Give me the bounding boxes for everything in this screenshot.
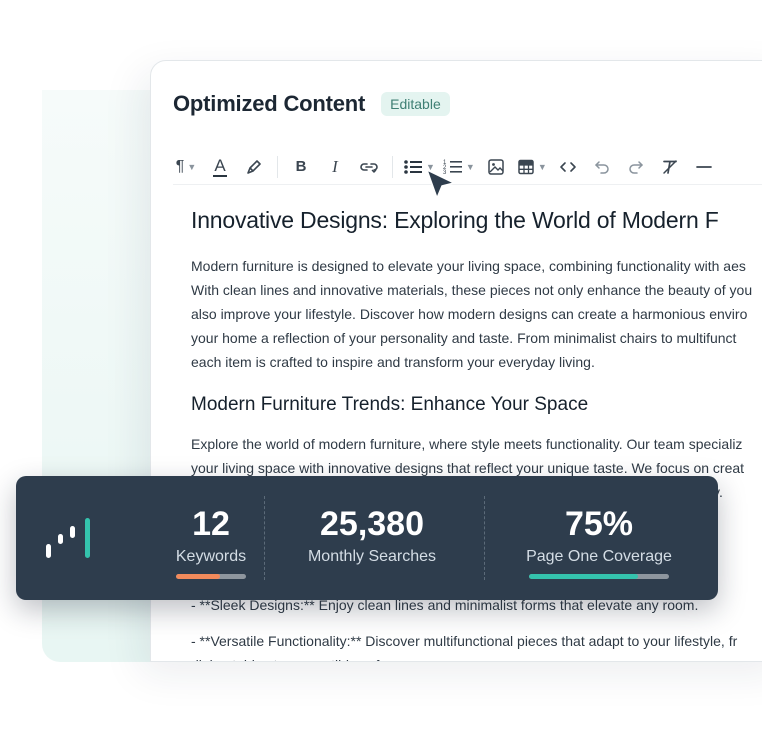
editor-title: Optimized Content bbox=[173, 91, 366, 116]
highlight-button[interactable] bbox=[241, 154, 267, 180]
paragraph-icon: ¶ bbox=[175, 157, 185, 175]
coverage-progress-bar bbox=[529, 574, 669, 579]
toolbar-divider bbox=[277, 155, 278, 178]
text-color-button[interactable]: A bbox=[207, 154, 233, 180]
editable-badge: Editable bbox=[381, 92, 450, 116]
page-one-coverage-label: Page One Coverage bbox=[526, 548, 672, 565]
link-icon bbox=[360, 162, 378, 173]
horizontal-rule-icon bbox=[695, 165, 712, 168]
paragraph-line: Modern furniture is designed to elevate … bbox=[191, 258, 746, 274]
stat-divider bbox=[484, 496, 485, 580]
keywords-progress-bar bbox=[176, 574, 246, 579]
intro-paragraph: Modern furniture is designed to elevate … bbox=[191, 254, 762, 374]
code-button[interactable] bbox=[555, 154, 581, 180]
chevron-down-icon: ▼ bbox=[537, 161, 547, 172]
list-item: - **Versatile Functionality:** Discover … bbox=[191, 629, 738, 661]
horizontal-rule-button[interactable] bbox=[691, 154, 717, 180]
keywords-value: 12 bbox=[192, 505, 230, 543]
paragraph-line: also improve your lifestyle. Discover ho… bbox=[191, 306, 748, 322]
redo-button[interactable] bbox=[623, 154, 649, 180]
bold-button[interactable]: B bbox=[288, 154, 314, 180]
page-one-coverage-stat: 75% Page One Coverage bbox=[516, 504, 682, 579]
editor-header: Optimized Content Editable bbox=[173, 91, 450, 117]
bullet-list: - **Sleek Designs:** Enjoy clean lines a… bbox=[191, 593, 738, 661]
document-heading: Innovative Designs: Exploring the World … bbox=[191, 207, 719, 233]
redo-icon bbox=[629, 160, 643, 174]
code-icon bbox=[559, 161, 576, 172]
table-icon bbox=[518, 159, 534, 174]
list-item-text: dining tables to convertible sofas. bbox=[191, 653, 737, 661]
mouse-pointer-icon bbox=[426, 169, 455, 199]
italic-icon: I bbox=[332, 156, 338, 176]
paragraph-line: With clean lines and innovative material… bbox=[191, 282, 753, 298]
chevron-down-icon: ▼ bbox=[187, 161, 197, 172]
keywords-stat: 12 Keywords bbox=[146, 504, 276, 579]
link-button[interactable] bbox=[356, 154, 382, 180]
page: Optimized Content Editable ¶ ▼ A B I ▼ 1… bbox=[0, 0, 762, 740]
stats-panel: 12 Keywords 25,380 Monthly Searches 75% … bbox=[16, 476, 718, 600]
clear-formatting-button[interactable] bbox=[657, 154, 683, 180]
insert-table-button[interactable]: ▼ bbox=[517, 154, 547, 180]
chevron-down-icon: ▼ bbox=[465, 161, 475, 172]
clear-format-icon bbox=[662, 159, 677, 174]
keywords-progress-fill bbox=[176, 574, 221, 579]
paragraph-line: Explore the world of modern furniture, w… bbox=[191, 436, 743, 452]
toolbar-divider bbox=[392, 155, 393, 178]
coverage-progress-fill bbox=[529, 574, 639, 579]
monthly-searches-label: Monthly Searches bbox=[307, 548, 437, 565]
highlighter-icon bbox=[247, 159, 261, 174]
paragraph-style-button[interactable]: ¶ ▼ bbox=[173, 154, 199, 180]
image-icon bbox=[488, 158, 504, 175]
insert-image-button[interactable] bbox=[483, 154, 509, 180]
paragraph-line: each item is crafted to inspire and tran… bbox=[191, 354, 595, 370]
italic-button[interactable]: I bbox=[322, 154, 348, 180]
signal-bars-icon bbox=[46, 518, 90, 558]
paragraph-line: your home a reflection of your personali… bbox=[191, 330, 737, 346]
list-item-text: - **Versatile Functionality:** Discover … bbox=[191, 633, 738, 649]
monthly-searches-value: 25,380 bbox=[320, 505, 424, 543]
undo-icon bbox=[595, 160, 609, 174]
stat-divider bbox=[264, 496, 265, 580]
monthly-searches-stat: 25,380 Monthly Searches bbox=[286, 504, 458, 568]
document-subheading: Modern Furniture Trends: Enhance Your Sp… bbox=[191, 394, 589, 415]
keywords-label: Keywords bbox=[175, 548, 247, 565]
undo-button[interactable] bbox=[589, 154, 615, 180]
text-color-icon: A bbox=[213, 155, 227, 177]
document-body[interactable]: Innovative Designs: Exploring the World … bbox=[191, 207, 762, 661]
page-one-coverage-value: 75% bbox=[564, 505, 634, 543]
formatting-toolbar: ¶ ▼ A B I ▼ 1 2 3 ▼ ▼ bbox=[173, 149, 762, 185]
bullet-list-icon bbox=[404, 159, 422, 174]
bold-icon: B bbox=[295, 158, 307, 175]
